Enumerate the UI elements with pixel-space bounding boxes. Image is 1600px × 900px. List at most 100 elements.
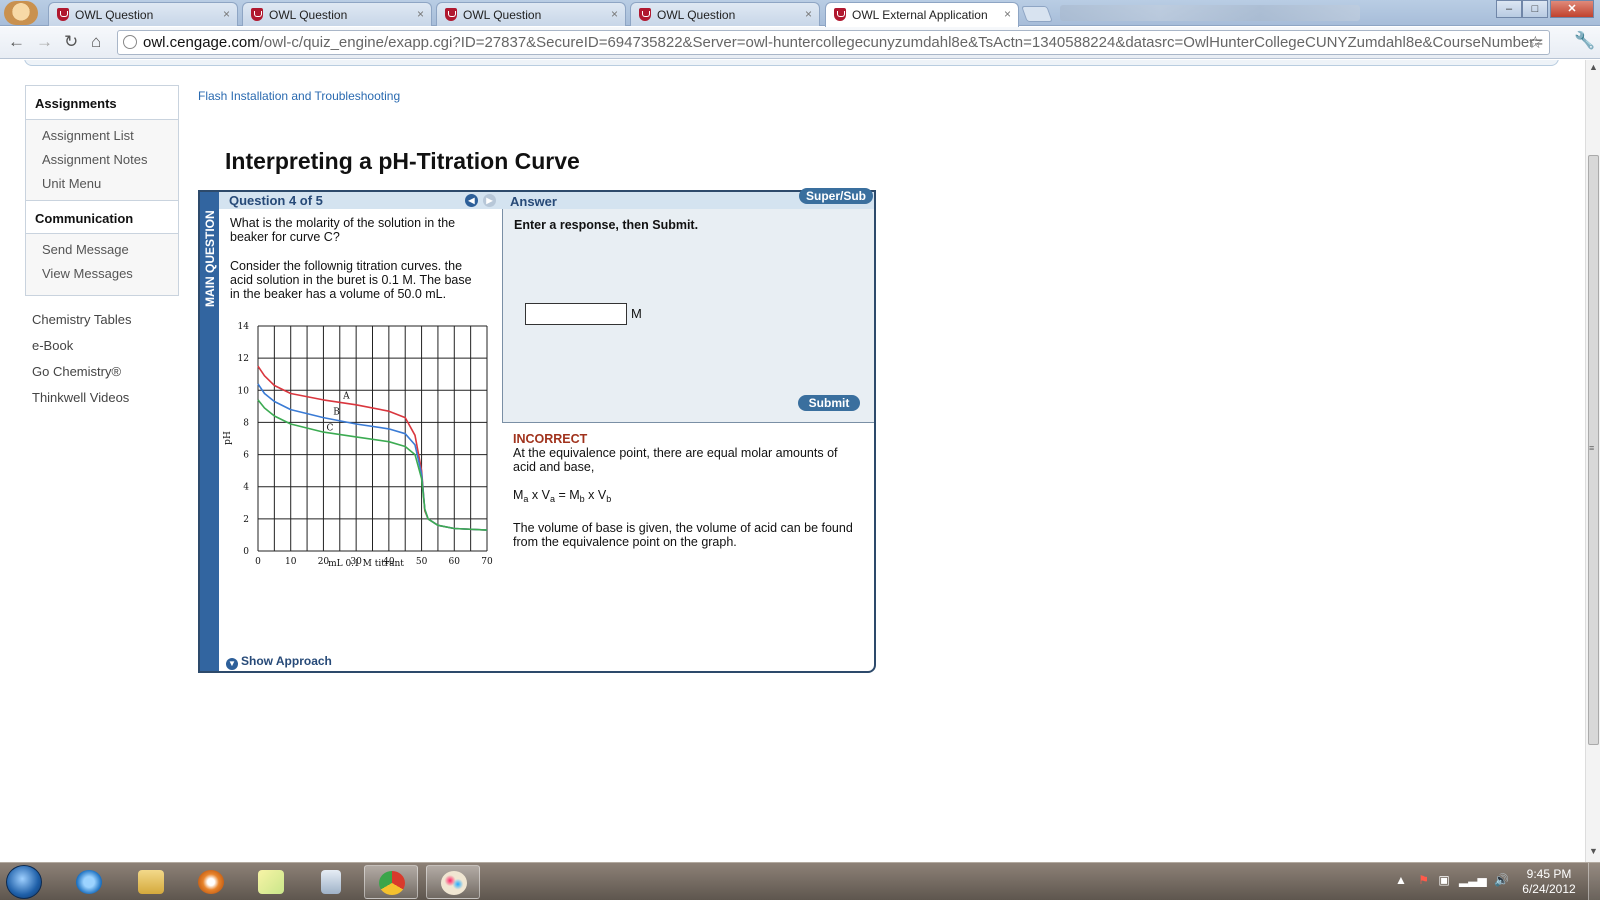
link-thinkwell-videos[interactable]: Thinkwell Videos	[32, 390, 131, 416]
maximize-icon[interactable]: □	[1522, 0, 1548, 18]
y-tick-label: 14	[238, 322, 250, 332]
link-go-chemistry[interactable]: Go Chemistry®	[32, 364, 131, 390]
folder-icon	[138, 870, 164, 894]
curve-label-a: A	[342, 391, 350, 401]
media-player-icon	[198, 870, 224, 894]
sidebar-item-send-message[interactable]: Send Message	[26, 238, 178, 262]
show-approach-button[interactable]: ▼ Show Approach	[226, 654, 332, 670]
flash-help-link[interactable]: Flash Installation and Troubleshooting	[198, 89, 400, 103]
question-panel: MAIN QUESTION Question 4 of 5 ◀ ▶ What i…	[198, 190, 876, 673]
next-question-icon[interactable]: ▶	[483, 194, 496, 207]
taskbar-sticky-notes[interactable]	[244, 865, 298, 899]
sidebar-item-unit-menu[interactable]: Unit Menu	[26, 172, 178, 196]
browser-tab-active[interactable]: OWL External Application ×	[825, 2, 1019, 27]
chevron-down-icon: ▼	[226, 658, 238, 670]
feedback-line1: At the equivalence point, there are equa…	[513, 446, 838, 474]
page-title: Interpreting a pH-Titration Curve	[225, 148, 580, 174]
home-icon[interactable]: ⌂	[91, 32, 101, 52]
taskbar-paint[interactable]	[426, 865, 480, 899]
paint-icon	[441, 871, 467, 895]
browser-tab[interactable]: OWL Question ×	[48, 2, 238, 26]
y-tick-label: 2	[243, 515, 249, 525]
back-icon[interactable]: ←	[8, 32, 25, 52]
super-sub-button[interactable]: Super/Sub	[799, 188, 873, 204]
reload-icon[interactable]: ↻	[64, 32, 78, 52]
unit-label: M	[631, 306, 642, 321]
show-desktop-button[interactable]	[1588, 863, 1600, 900]
y-tick-label: 6	[243, 451, 249, 461]
browser-tab-title: OWL External Application	[852, 8, 988, 22]
curve-label-b: B	[333, 407, 340, 417]
curve-label-c: C	[327, 423, 334, 433]
network-icon[interactable]: ▂▃▅	[1459, 873, 1487, 887]
x-tick-label: 0	[255, 557, 261, 567]
question-header: Question 4 of 5 ◀ ▶	[219, 192, 502, 209]
globe-icon	[123, 35, 137, 49]
action-center-icon[interactable]: ⚑	[1418, 873, 1429, 887]
sidebar-item-assignment-list[interactable]: Assignment List	[26, 124, 178, 148]
main-question-label: MAIN QUESTION	[203, 210, 217, 307]
sticky-notes-icon	[258, 870, 284, 894]
clock-time: 9:45 PM	[1526, 867, 1572, 881]
address-bar[interactable]: owl.cengage.com/owl-c/quiz_engine/exapp.…	[117, 30, 1550, 55]
owl-favicon-icon	[639, 8, 651, 21]
taskbar-clock[interactable]: 9:45 PM 6/24/2012	[1514, 867, 1584, 897]
volume-icon[interactable]: 🔊	[1494, 873, 1509, 887]
minimize-icon[interactable]: –	[1496, 0, 1522, 18]
taskbar-explorer[interactable]	[124, 865, 178, 899]
sidebar-item-assignment-notes[interactable]: Assignment Notes	[26, 148, 178, 172]
close-tab-icon[interactable]: ×	[611, 7, 618, 21]
browser-tab-strip: OWL Question × OWL Question × OWL Questi…	[0, 0, 1600, 27]
system-tray: ▲ ⚑ ▣ ▂▃▅ 🔊	[1395, 873, 1509, 887]
owl-favicon-icon	[251, 8, 263, 21]
question-context: Consider the follownig titration curves.…	[230, 259, 472, 301]
close-tab-icon[interactable]: ×	[1004, 7, 1011, 21]
feedback-status: INCORRECT	[513, 432, 588, 446]
feedback-block: INCORRECT At the equivalence point, ther…	[513, 432, 853, 549]
y-tick-label: 10	[238, 386, 250, 396]
close-window-icon[interactable]: ✕	[1550, 0, 1594, 18]
previous-question-icon[interactable]: ◀	[465, 194, 478, 207]
url-path: /owl-c/quiz_engine/exapp.cgi?ID=27837&Se…	[259, 34, 1544, 51]
link-ebook[interactable]: e-Book	[32, 338, 131, 364]
scroll-grip-icon: ≡	[1589, 443, 1595, 453]
forward-icon[interactable]: →	[36, 32, 53, 52]
windows-taskbar: ▲ ⚑ ▣ ▂▃▅ 🔊 9:45 PM 6/24/2012	[0, 862, 1600, 900]
sidebar-item-view-messages[interactable]: View Messages	[26, 262, 178, 286]
calculator-icon	[321, 870, 341, 894]
page-scrollbar[interactable]: ▲ ≡ ▼	[1585, 60, 1600, 862]
y-tick-label: 0	[243, 547, 249, 557]
y-tick-label: 4	[243, 483, 249, 493]
owl-favicon-icon	[834, 8, 846, 21]
browser-tab[interactable]: OWL Question ×	[242, 2, 432, 26]
url-host: owl.cengage.com	[143, 34, 260, 51]
start-button[interactable]	[6, 865, 42, 899]
close-tab-icon[interactable]: ×	[223, 7, 230, 21]
scroll-up-icon[interactable]: ▲	[1589, 62, 1598, 72]
bookmark-star-icon[interactable]: ☆	[1528, 31, 1543, 54]
scroll-down-icon[interactable]: ▼	[1589, 846, 1598, 856]
new-tab-button[interactable]	[1021, 6, 1053, 22]
show-hidden-icons-icon[interactable]: ▲	[1395, 873, 1407, 887]
power-icon[interactable]: ▣	[1438, 873, 1449, 887]
close-tab-icon[interactable]: ×	[417, 7, 424, 21]
browser-tab[interactable]: OWL Question ×	[630, 2, 820, 26]
molarity-input[interactable]	[525, 303, 627, 325]
taskbar-ie[interactable]	[62, 865, 116, 899]
wrench-menu-icon[interactable]: 🔧	[1574, 31, 1595, 51]
y-tick-label: 12	[238, 354, 249, 364]
close-tab-icon[interactable]: ×	[805, 7, 812, 21]
taskbar-chrome[interactable]	[364, 865, 418, 899]
submit-button[interactable]: Submit	[798, 395, 860, 411]
browser-tab[interactable]: OWL Question ×	[436, 2, 626, 26]
x-tick-label: 70	[481, 557, 493, 567]
taskbar-media-player[interactable]	[184, 865, 238, 899]
y-axis-label: pH	[223, 431, 233, 445]
feedback-line2: The volume of base is given, the volume …	[513, 521, 853, 549]
page-viewport: Assignments Assignment List Assignment N…	[0, 60, 1585, 862]
titration-chart: 02468101214 0 10 20 30 40 50 60 70 ABC mL 0.1 M…	[223, 322, 493, 569]
header-banner	[24, 60, 1559, 66]
internet-explorer-icon	[76, 870, 102, 894]
taskbar-calculator[interactable]	[304, 865, 358, 899]
link-chemistry-tables[interactable]: Chemistry Tables	[32, 312, 131, 338]
